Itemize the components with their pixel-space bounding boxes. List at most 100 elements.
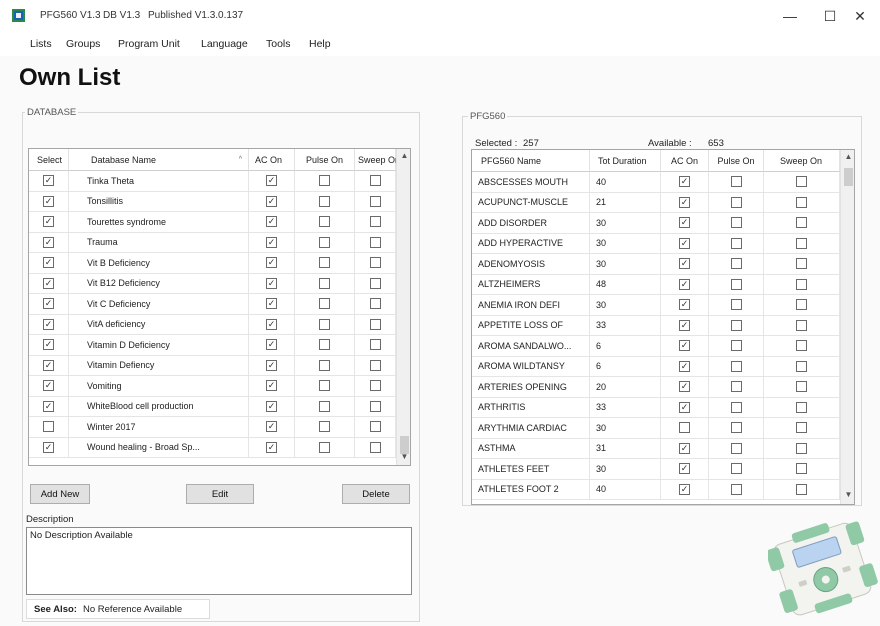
ac-on-cell[interactable]: ✓ [661,254,709,275]
ac-on-cell[interactable]: ✓ [249,335,295,356]
pfg560-name-cell[interactable]: AROMA WILDTANSY [472,356,590,377]
sweep-on-cell[interactable] [764,356,840,377]
ac-on-cell[interactable]: ✓ [249,273,295,294]
column-header-pfg560-name[interactable]: PFG560 Name [472,150,590,172]
menu-help[interactable]: Help [309,38,331,50]
description-field[interactable]: No Description Available [26,527,412,595]
select-checkbox[interactable]: ✓ [43,400,54,412]
ac-on-checkbox[interactable]: ✓ [679,258,690,270]
pulse-on-checkbox[interactable] [319,318,330,330]
pulse-on-cell[interactable] [295,253,355,274]
column-header-select[interactable]: Select [29,149,69,171]
pulse-on-checkbox[interactable] [730,237,742,249]
select-cell[interactable]: ✓ [29,273,69,294]
sweep-on-checkbox[interactable] [796,360,807,372]
select-checkbox[interactable]: ✓ [43,216,54,228]
pfg560-name-cell[interactable]: ADD DISORDER [472,213,590,234]
pulse-on-cell[interactable] [709,356,764,377]
select-checkbox[interactable]: ✓ [43,380,54,392]
tot-duration-cell[interactable]: 6 [590,336,661,357]
pulse-on-cell[interactable] [709,172,764,193]
ac-on-cell[interactable]: ✓ [661,172,709,193]
sweep-on-checkbox[interactable] [796,278,807,290]
pulse-on-cell[interactable] [295,212,355,233]
sweep-on-cell[interactable] [764,254,840,275]
select-cell[interactable]: ✓ [29,437,69,458]
tot-duration-cell[interactable]: 30 [590,295,661,316]
tot-duration-cell[interactable]: 6 [590,356,661,377]
pulse-on-checkbox[interactable] [319,339,330,351]
database-name-cell[interactable]: Tourettes syndrome [69,212,249,233]
select-checkbox[interactable]: ✓ [43,359,54,371]
sweep-on-checkbox[interactable] [369,236,381,248]
select-checkbox[interactable]: ✓ [43,298,54,310]
select-cell[interactable]: ✓ [29,396,69,417]
tot-duration-cell[interactable]: 30 [590,213,661,234]
pulse-on-cell[interactable] [709,336,764,357]
sweep-on-checkbox[interactable] [796,176,807,188]
sweep-on-cell[interactable] [355,294,396,315]
sweep-on-checkbox[interactable] [796,196,807,208]
sweep-on-checkbox[interactable] [369,359,381,371]
ac-on-cell[interactable]: ✓ [249,171,295,192]
sweep-on-cell[interactable] [355,396,396,417]
pulse-on-checkbox[interactable] [730,258,742,270]
pulse-on-checkbox[interactable] [319,359,330,371]
ac-on-cell[interactable]: ✓ [661,356,709,377]
pulse-on-cell[interactable] [709,254,764,275]
sweep-on-checkbox[interactable] [796,381,807,393]
pulse-on-checkbox[interactable] [730,401,742,413]
database-name-cell[interactable]: Tonsillitis [69,191,249,212]
sweep-on-cell[interactable] [355,376,396,397]
sweep-on-cell[interactable] [764,377,840,398]
sweep-on-checkbox[interactable] [796,217,807,229]
menu-tools[interactable]: Tools [266,38,291,50]
ac-on-checkbox[interactable]: ✓ [679,381,690,393]
column-header-ac-on[interactable]: AC On [249,149,295,171]
pulse-on-checkbox[interactable] [319,175,330,187]
pulse-on-checkbox[interactable] [730,176,742,188]
pfg560-name-cell[interactable]: ANEMIA IRON DEFI [472,295,590,316]
select-cell[interactable]: ✓ [29,355,69,376]
column-header-sweep-on[interactable]: Sweep On [764,150,840,172]
database-name-cell[interactable]: WhiteBlood cell production [69,396,249,417]
ac-on-cell[interactable]: ✓ [249,294,295,315]
ac-on-cell[interactable]: ✓ [661,233,709,254]
sweep-on-cell[interactable] [355,417,396,438]
sweep-on-checkbox[interactable] [796,340,807,352]
database-name-cell[interactable]: VitA deficiency [69,314,249,335]
ac-on-checkbox[interactable]: ✓ [679,237,690,249]
sweep-on-cell[interactable] [355,191,396,212]
database-name-cell[interactable]: Vomiting [69,376,249,397]
pulse-on-checkbox[interactable] [730,463,742,475]
sweep-on-checkbox[interactable] [796,299,807,311]
pulse-on-cell[interactable] [709,418,764,439]
pulse-on-cell[interactable] [709,192,764,213]
pulse-on-cell[interactable] [709,377,764,398]
pulse-on-checkbox[interactable] [730,340,742,352]
pfg560-name-cell[interactable]: ASTHMA [472,438,590,459]
sweep-on-checkbox[interactable] [369,216,381,228]
select-checkbox[interactable]: ✓ [43,236,54,248]
ac-on-checkbox[interactable]: ✓ [679,217,690,229]
tot-duration-cell[interactable]: 33 [590,315,661,336]
pulse-on-cell[interactable] [709,315,764,336]
pulse-on-cell[interactable] [709,274,764,295]
sweep-on-cell[interactable] [355,212,396,233]
sweep-on-checkbox[interactable] [369,277,381,289]
ac-on-checkbox[interactable]: ✓ [679,442,690,454]
ac-on-cell[interactable]: ✓ [661,315,709,336]
sweep-on-cell[interactable] [764,315,840,336]
sweep-on-cell[interactable] [355,437,396,458]
pfg560-grid[interactable]: PFG560 Name Tot Duration AC On Pulse On … [471,149,855,505]
sweep-on-checkbox[interactable] [369,339,381,351]
database-scrollbar[interactable]: ▲ ▼ [396,149,410,465]
sweep-on-checkbox[interactable] [369,318,381,330]
pfg560-name-cell[interactable]: ACUPUNCT-MUSCLE [472,192,590,213]
ac-on-cell[interactable]: ✓ [661,438,709,459]
sweep-on-cell[interactable] [764,397,840,418]
column-header-database-name[interactable]: Database Name ^ [69,149,249,171]
ac-on-checkbox[interactable]: ✓ [679,278,690,290]
ac-on-checkbox[interactable]: ✓ [266,400,277,412]
pulse-on-checkbox[interactable] [319,277,330,289]
